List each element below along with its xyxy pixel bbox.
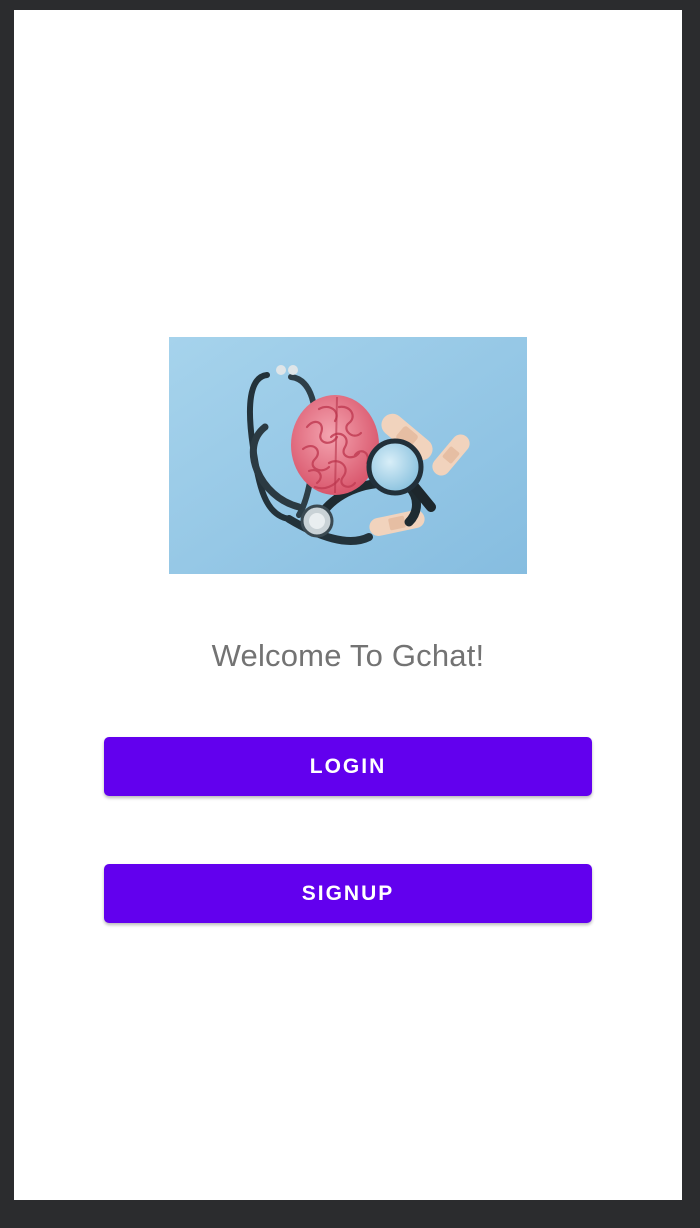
login-button[interactable]: LOGIN [104,737,592,796]
stethoscope-brain-icon [169,337,527,574]
welcome-title: Welcome To Gchat! [211,638,485,673]
hero-image [169,337,527,574]
app-screen: Welcome To Gchat! LOGIN SIGNUP [14,10,682,1200]
signup-button[interactable]: SIGNUP [104,864,592,923]
